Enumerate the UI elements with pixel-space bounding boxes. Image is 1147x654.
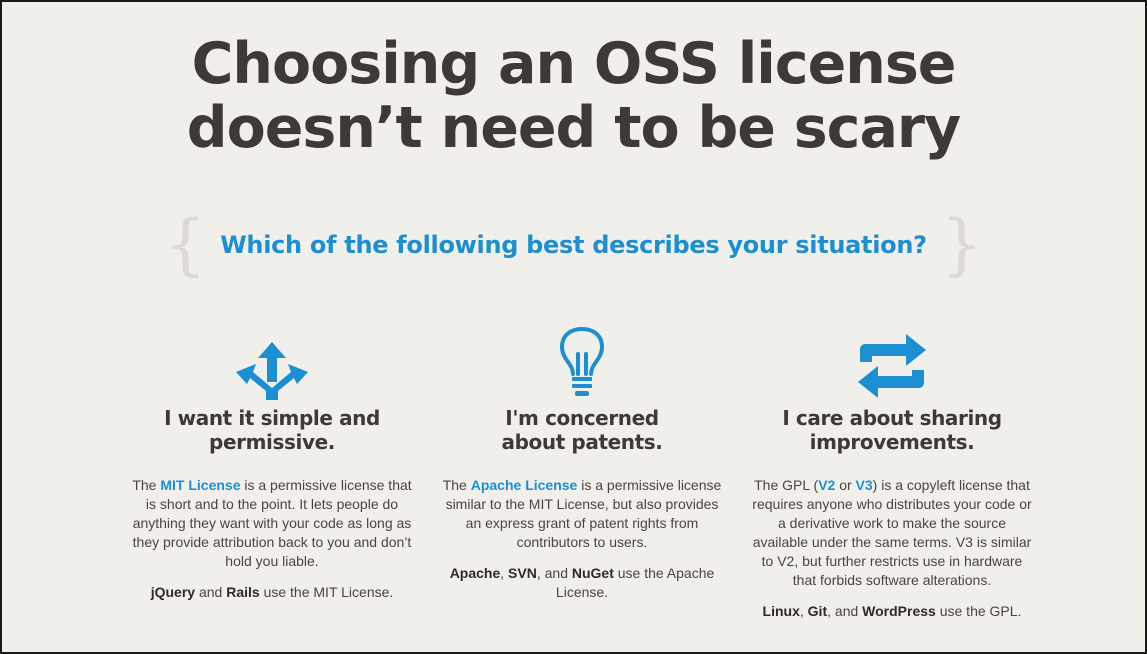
question-banner: { Which of the following best describes … [2, 212, 1145, 278]
page-title-line-2: doesn’t need to be scary [186, 95, 961, 161]
users-separator: , [799, 603, 808, 619]
option-patents: I'm concerned about patents. The Apache … [442, 322, 722, 633]
users-separator: , and [536, 565, 572, 581]
arrows-split-icon [236, 342, 308, 400]
option-icon-wrapper [442, 322, 722, 400]
user-project: Git [807, 603, 828, 619]
user-project: jQuery [150, 584, 196, 600]
page: Choosing an OSS license doesn’t need to … [2, 2, 1145, 652]
users-suffix: use the MIT License. [259, 584, 394, 600]
option-description: The GPL (V2 or V3) is a copyleft license… [752, 476, 1032, 590]
option-heading-line-1: I care about sharing [782, 406, 1002, 430]
desc-text: or [835, 477, 856, 493]
desc-text: The GPL ( [754, 477, 819, 493]
page-title: Choosing an OSS license doesn’t need to … [2, 32, 1145, 160]
option-description: The Apache License is a permissive licen… [442, 476, 722, 552]
option-heading-line-1: I want it simple and [164, 406, 380, 430]
user-project: NuGet [571, 565, 614, 581]
lightbulb-icon [559, 326, 605, 396]
license-options: I want it simple and permissive. The MIT… [132, 322, 1032, 633]
users-separator: and [195, 584, 227, 600]
desc-text: The [132, 477, 161, 493]
option-heading-line-1: I'm concerned [505, 406, 659, 430]
option-simple-permissive: I want it simple and permissive. The MIT… [132, 322, 412, 633]
option-users: Apache, SVN, and NuGet use the Apache Li… [442, 564, 722, 602]
gpl-v3-link[interactable]: V3 [856, 477, 873, 493]
right-brace-icon: } [940, 206, 983, 283]
option-heading: I'm concerned about patents. [442, 406, 722, 454]
option-description: The MIT License is a permissive license … [132, 476, 412, 571]
user-project: Apache [449, 565, 501, 581]
option-sharing-improvements: I care about sharing improvements. The G… [752, 322, 1032, 633]
user-project: SVN [508, 565, 537, 581]
users-suffix: use the GPL. [935, 603, 1022, 619]
option-icon-wrapper [752, 322, 1032, 400]
repeat-icon [858, 334, 926, 398]
option-heading-line-2: improvements. [809, 430, 975, 454]
option-icon-wrapper [132, 322, 412, 400]
apache-license-link[interactable]: Apache License [471, 477, 578, 493]
users-separator: , [500, 565, 509, 581]
gpl-v2-link[interactable]: V2 [818, 477, 835, 493]
desc-text: The [442, 477, 471, 493]
option-heading-line-2: permissive. [209, 430, 335, 454]
desc-text: ) is a copyleft license that requires an… [752, 477, 1032, 588]
user-project: WordPress [862, 603, 936, 619]
option-heading-line-2: about patents. [501, 430, 663, 454]
option-users: jQuery and Rails use the MIT License. [132, 583, 412, 602]
page-title-line-1: Choosing an OSS license [191, 31, 957, 97]
users-separator: , and [827, 603, 863, 619]
situation-question: Which of the following best describes yo… [220, 231, 927, 259]
user-project: Rails [226, 584, 260, 600]
option-users: Linux, Git, and WordPress use the GPL. [752, 602, 1032, 621]
mit-license-link[interactable]: MIT License [160, 477, 240, 493]
option-heading: I want it simple and permissive. [132, 406, 412, 454]
option-heading: I care about sharing improvements. [752, 406, 1032, 454]
left-brace-icon: { [164, 206, 207, 283]
user-project: Linux [762, 603, 800, 619]
